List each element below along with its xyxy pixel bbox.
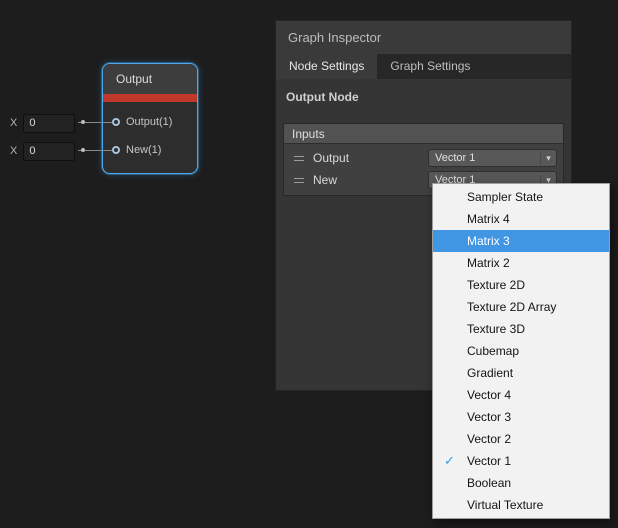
menu-item-label: Matrix 2 [467, 256, 510, 270]
menu-item-cubemap[interactable]: Cubemap [433, 340, 609, 362]
menu-item-label: Vector 1 [467, 454, 511, 468]
menu-item-vector-3[interactable]: Vector 3 [433, 406, 609, 428]
menu-item-label: Virtual Texture [467, 498, 543, 512]
x-value-input[interactable]: 0 [23, 142, 75, 161]
tab-graph-settings[interactable]: Graph Settings [377, 54, 483, 79]
port-row-new: New(1) [103, 136, 197, 164]
menu-item-label: Matrix 3 [467, 234, 510, 248]
menu-item-label: Vector 4 [467, 388, 511, 402]
input-label-output: Output [313, 151, 349, 165]
menu-item-texture-2d[interactable]: Texture 2D [433, 274, 609, 296]
menu-item-virtual-texture[interactable]: Virtual Texture [433, 494, 609, 516]
chevron-down-icon: ▾ [540, 153, 556, 164]
menu-item-label: Matrix 4 [467, 212, 510, 226]
wire-dot-icon [81, 148, 85, 152]
type-dropdown-menu: Sampler State Matrix 4 Matrix 3 Matrix 2… [432, 183, 610, 519]
input-port-output-icon[interactable] [112, 118, 120, 126]
type-dropdown-output[interactable]: Vector 1 ▾ [428, 149, 557, 167]
port-label-output: Output(1) [126, 116, 172, 128]
menu-item-matrix-2[interactable]: Matrix 2 [433, 252, 609, 274]
menu-item-matrix-4[interactable]: Matrix 4 [433, 208, 609, 230]
menu-item-label: Sampler State [467, 190, 543, 204]
x-component-label: X [10, 117, 17, 129]
dropdown-value: Vector 1 [429, 152, 540, 164]
menu-item-boolean[interactable]: Boolean [433, 472, 609, 494]
menu-item-label: Texture 3D [467, 322, 525, 336]
input-row-output: Output Vector 1 ▾ [288, 147, 559, 169]
input-port-new-icon[interactable] [112, 146, 120, 154]
section-title: Output Node [276, 79, 571, 104]
menu-item-label: Vector 2 [467, 432, 511, 446]
menu-item-texture-2d-array[interactable]: Texture 2D Array [433, 296, 609, 318]
menu-item-label: Vector 3 [467, 410, 511, 424]
menu-item-label: Texture 2D [467, 278, 525, 292]
menu-item-sampler-state[interactable]: Sampler State [433, 186, 609, 208]
port-label-new: New(1) [126, 144, 161, 156]
tab-node-settings[interactable]: Node Settings [276, 54, 377, 79]
check-icon: ✓ [444, 450, 455, 472]
inputs-header: Inputs [284, 124, 563, 144]
node-body: Output(1) New(1) [103, 102, 197, 170]
inspector-title[interactable]: Graph Inspector [276, 21, 571, 54]
menu-item-vector-1[interactable]: ✓ Vector 1 [433, 450, 609, 472]
menu-item-label: Gradient [467, 366, 513, 380]
input-label-new: New [313, 173, 337, 187]
menu-item-texture-3d[interactable]: Texture 3D [433, 318, 609, 340]
drag-handle-icon[interactable] [294, 178, 304, 183]
port-row-output: Output(1) [103, 108, 197, 136]
node-color-bar [103, 94, 197, 102]
wire-dot-icon [81, 120, 85, 124]
menu-item-vector-4[interactable]: Vector 4 [433, 384, 609, 406]
drag-handle-icon[interactable] [294, 156, 304, 161]
menu-item-gradient[interactable]: Gradient [433, 362, 609, 384]
x-value-input[interactable]: 0 [23, 114, 75, 133]
new-port-default-field: X 0 [10, 141, 75, 161]
node-title: Output [103, 64, 197, 94]
menu-item-matrix-3[interactable]: Matrix 3 [433, 230, 609, 252]
menu-item-label: Cubemap [467, 344, 519, 358]
output-node[interactable]: Output Output(1) New(1) [102, 63, 198, 174]
menu-item-label: Boolean [467, 476, 511, 490]
output-port-default-field: X 0 [10, 113, 75, 133]
menu-item-vector-2[interactable]: Vector 2 [433, 428, 609, 450]
inspector-tabbar: Node Settings Graph Settings [276, 54, 571, 79]
menu-item-label: Texture 2D Array [467, 300, 556, 314]
x-component-label: X [10, 145, 17, 157]
